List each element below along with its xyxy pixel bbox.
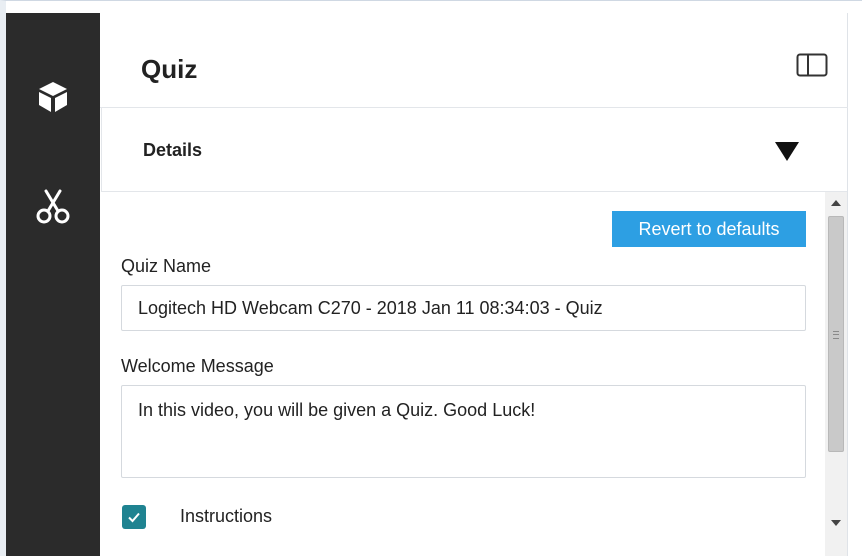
instructions-checkbox[interactable] — [122, 505, 146, 529]
scroll-down-button[interactable] — [825, 512, 847, 534]
quiz-panel: Quiz Details Revert to defaults Quiz Nam… — [100, 13, 848, 556]
vertical-scrollbar[interactable] — [825, 192, 847, 556]
panel-header: Quiz — [100, 13, 848, 108]
quiz-name-value: Logitech HD Webcam C270 - 2018 Jan 11 08… — [138, 297, 603, 318]
rail-item-scissors[interactable] — [6, 175, 100, 239]
scroll-up-icon — [831, 200, 841, 206]
caret-down-icon — [775, 142, 799, 161]
left-icon-rail — [6, 13, 100, 556]
rail-item-cube[interactable] — [6, 65, 100, 129]
details-content: Revert to defaults Quiz Name Logitech HD… — [101, 192, 826, 556]
scissors-icon — [36, 189, 70, 224]
scrollbar-thumb[interactable] — [828, 216, 844, 452]
page-title: Quiz — [141, 54, 198, 84]
welcome-message-label: Welcome Message — [121, 356, 274, 376]
revert-to-defaults-button[interactable]: Revert to defaults — [612, 211, 806, 247]
welcome-message-value: In this video, you will be given a Quiz.… — [138, 400, 536, 420]
details-label: Details — [143, 140, 203, 160]
details-section-header[interactable]: Details — [101, 108, 847, 192]
scroll-up-button[interactable] — [825, 192, 847, 214]
panel-toggle-icon[interactable] — [796, 53, 828, 77]
instructions-label: Instructions — [180, 506, 273, 526]
quiz-name-label: Quiz Name — [121, 256, 212, 276]
quiz-name-input[interactable]: Logitech HD Webcam C270 - 2018 Jan 11 08… — [121, 285, 806, 331]
checkmark-icon — [128, 512, 140, 523]
scrollbar-grip-icon — [833, 331, 839, 339]
scroll-down-icon — [831, 520, 841, 526]
welcome-message-textarea[interactable]: In this video, you will be given a Quiz.… — [121, 385, 806, 478]
cube-icon — [39, 82, 67, 112]
